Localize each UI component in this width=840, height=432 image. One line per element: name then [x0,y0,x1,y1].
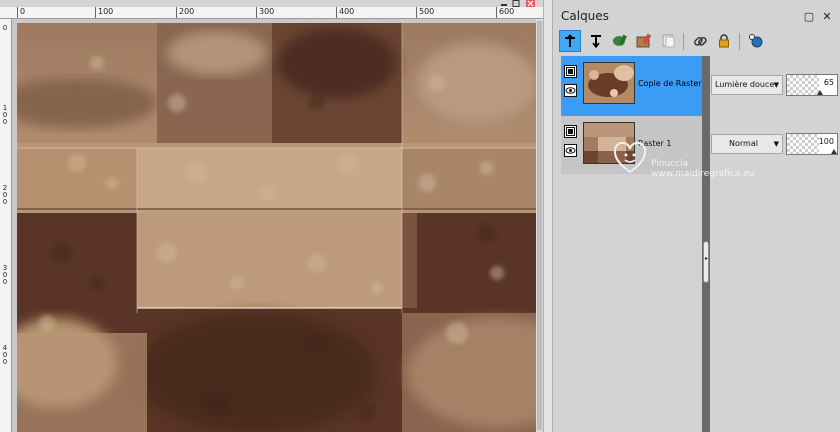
vertical-ruler: 0 1 0 0 2 0 0 3 0 0 4 0 0 [0,19,12,432]
layer-properties-icon[interactable] [745,30,767,52]
layer-type-icon [564,125,577,138]
layer-type-icon [564,65,577,78]
canvas-titlebar[interactable] [0,0,543,7]
layers-panel: Calques ▢ ✕ Copie de Raster Raster 1 ▸ L… [553,0,840,432]
chevron-right-icon: ▸ [704,255,708,262]
watermark: Pinuccia www.maidiregrafica.eu [613,136,833,196]
close-icon[interactable]: ✕ [820,8,834,26]
ruler-h-label: 600 [496,7,514,18]
ruler-v-label: 1 0 0 [2,104,8,126]
canvas-window: 0 100 200 300 400 500 600 0 1 0 0 2 0 0 … [0,0,543,432]
new-vector-layer-icon[interactable] [585,30,607,52]
layer-list: Copie de Raster Raster 1 [561,56,702,432]
opacity-slider-marker[interactable] [817,90,823,95]
watermark-name: Pinuccia [651,159,689,169]
canvas-vertical-scrollbar[interactable] [536,19,543,432]
list-splitter[interactable]: ▸ [702,56,710,432]
layer-item[interactable]: Copie de Raster [561,56,702,116]
new-art-media-layer-icon[interactable] [609,30,631,52]
ruler-h-label: 0 [17,7,25,18]
opacity-checker [787,75,819,95]
ruler-h-label: 500 [416,7,434,18]
layer-name[interactable]: Copie de Raster [638,79,702,88]
link-layers-icon[interactable] [689,30,711,52]
lock-transparency-icon[interactable] [713,30,735,52]
close-icon[interactable] [526,0,535,7]
duplicate-layer-icon[interactable] [657,30,679,52]
canvas-image[interactable] [17,23,539,432]
blend-mode-select[interactable]: Lumière douce ▼ [711,75,783,95]
scrollbar-thumb[interactable] [537,21,542,430]
canvas-area[interactable] [13,19,543,432]
opacity-value: 65 [823,78,834,87]
restore-icon[interactable]: ▢ [802,8,816,26]
horizontal-ruler: 0 100 200 300 400 500 600 [0,7,543,19]
ruler-h-label: 300 [256,7,274,18]
ruler-h-label: 200 [176,7,194,18]
blend-mode-value: Lumière douce [715,80,775,89]
eye-icon[interactable] [564,144,577,157]
toolbar-separator [739,33,740,50]
new-raster-layer-icon[interactable] [559,30,581,52]
splitter-handle[interactable]: ▸ [703,241,709,283]
eye-icon[interactable] [564,84,577,97]
toolbar-separator [683,33,684,50]
ruler-h-label: 100 [95,7,113,18]
textured-image [17,23,539,432]
layer-thumbnail[interactable] [583,62,635,104]
opacity-field[interactable]: 65 [786,74,838,96]
new-mask-layer-icon[interactable] [633,30,655,52]
layer-row-icons [564,125,578,163]
heart-logo-icon [613,142,647,174]
minimize-icon[interactable] [500,0,509,7]
ruler-h-label: 400 [336,7,354,18]
layers-toolbar [559,30,789,54]
layer-row-icons [564,65,578,103]
panel-divider[interactable] [543,0,553,432]
dropdown-arrow-icon: ▼ [773,81,779,89]
ruler-v-label: 3 0 0 [2,264,8,286]
maximize-icon[interactable] [512,0,521,7]
panel-title: Calques [561,9,609,23]
ruler-v-label: 0 [2,24,8,32]
ruler-v-label: 2 0 0 [2,184,8,206]
ruler-v-label: 4 0 0 [2,344,8,366]
watermark-url: www.maidiregrafica.eu [651,169,755,179]
